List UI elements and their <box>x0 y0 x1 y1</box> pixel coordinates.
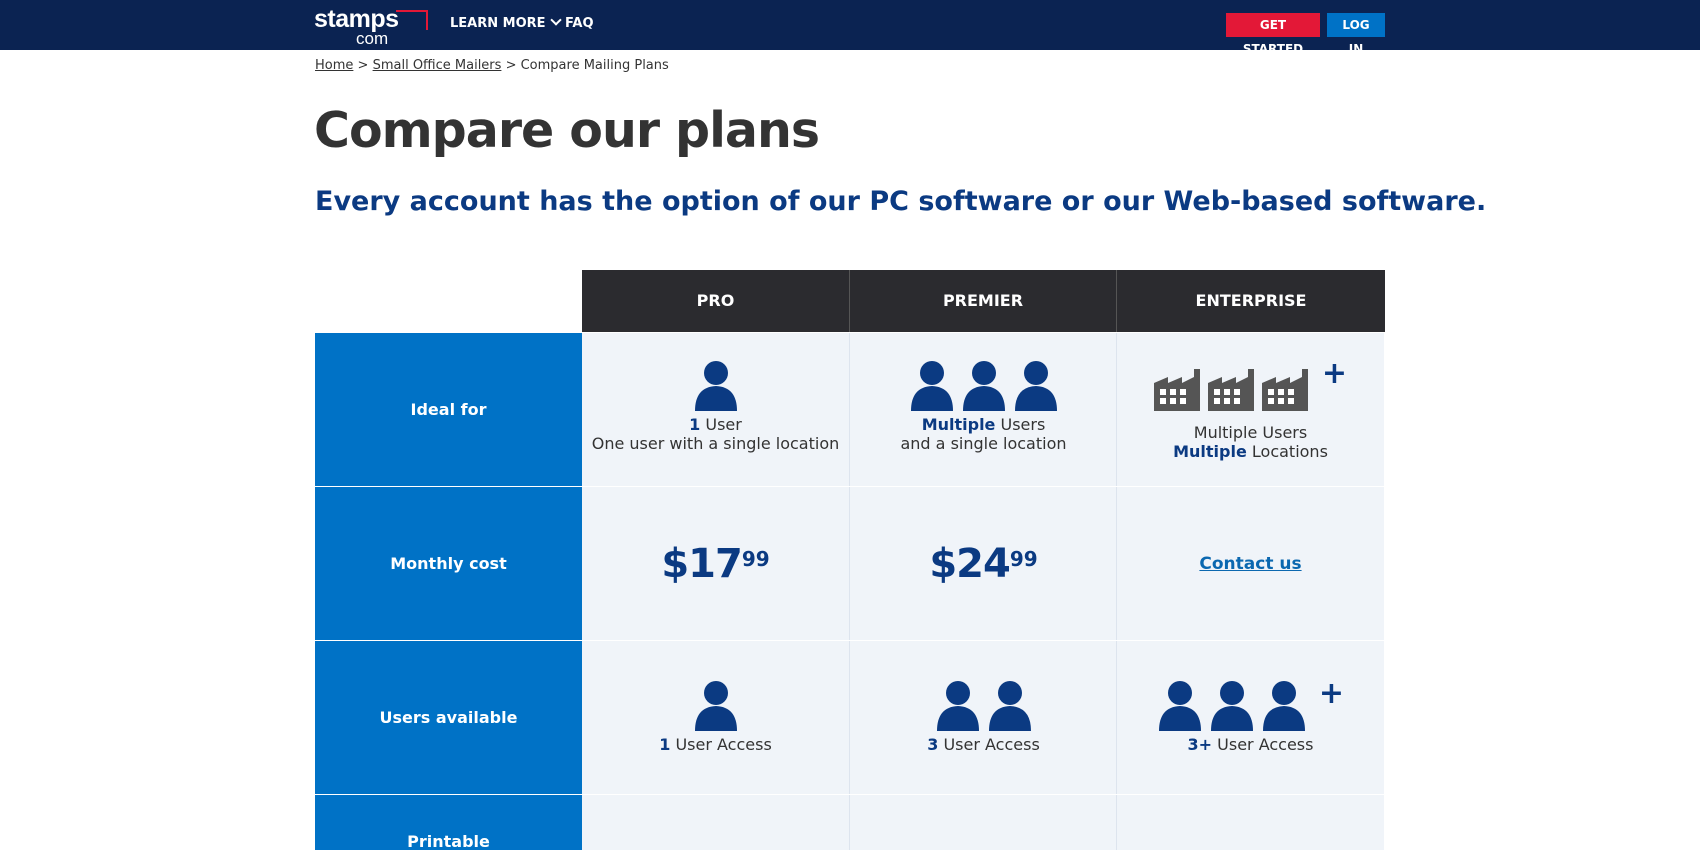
row-label-printable: Printable <box>315 795 582 851</box>
building-icon <box>1153 369 1200 411</box>
login-button[interactable]: LOG IN <box>1327 13 1385 56</box>
cell-premier-users-available: 3 User Access <box>849 641 1117 794</box>
nav-faq[interactable]: FAQ <box>565 16 594 31</box>
chevron-down-icon <box>549 14 562 26</box>
ideal-pro-line1: User <box>700 415 742 434</box>
person-icon <box>910 361 953 411</box>
cell-pro-printable <box>582 795 849 850</box>
top-nav-bar: stamps com LEARN MORE FAQ GET STARTED LO… <box>0 0 1700 56</box>
person-icon <box>936 681 979 731</box>
breadcrumb: Home > Small Office Mailers > Compare Ma… <box>315 58 669 73</box>
page-subtitle: Every account has the option of our PC s… <box>315 186 1487 217</box>
logo-flag-icon <box>396 10 428 30</box>
person-icon <box>962 361 1005 411</box>
nav-learn-more[interactable]: LEARN MORE <box>450 14 562 31</box>
breadcrumb-home-link[interactable]: Home <box>315 58 353 73</box>
cell-enterprise-printable <box>1116 795 1384 850</box>
cell-premier-printable <box>849 795 1117 850</box>
ideal-enterprise-strong: Multiple <box>1173 442 1247 461</box>
breadcrumb-section-link[interactable]: Small Office Mailers <box>373 58 502 73</box>
row-label-ideal-for: Ideal for <box>315 333 582 486</box>
price-premier-cents: 99 <box>1009 546 1038 571</box>
users-pro-text: User Access <box>670 735 772 754</box>
ideal-premier-strong: Multiple <box>921 415 996 434</box>
person-icon <box>694 681 737 731</box>
plan-header-premier: PREMIER <box>849 270 1116 332</box>
users-enterprise-count: 3+ <box>1187 735 1213 754</box>
ideal-premier-line2: and a single location <box>900 434 1067 453</box>
users-pro-count: 1 <box>659 735 671 754</box>
plan-header-pro: PRO <box>582 270 849 332</box>
cell-premier-ideal-for: Multiple Users and a single location <box>849 333 1117 486</box>
cell-enterprise-users-available: + 3+ User Access <box>1116 641 1384 794</box>
person-icon <box>1210 681 1253 731</box>
person-icon <box>988 681 1031 731</box>
stamps-logo[interactable]: stamps com <box>314 7 428 48</box>
nav-faq-label: FAQ <box>565 16 594 31</box>
breadcrumb-separator: > <box>357 58 369 73</box>
cell-enterprise-ideal-for: + Multiple Users Multiple Locations <box>1116 333 1384 486</box>
logo-subtext: com <box>356 29 389 48</box>
users-premier-text: User Access <box>938 735 1040 754</box>
breadcrumb-separator: > <box>505 58 517 73</box>
price-premier: $2499 <box>929 541 1037 587</box>
get-started-button[interactable]: GET STARTED <box>1226 13 1320 56</box>
person-icon <box>1262 681 1305 731</box>
cell-pro-ideal-for: 1 User One user with a single location <box>582 333 849 486</box>
cell-enterprise-monthly-cost: Contact us <box>1116 487 1384 640</box>
cell-pro-monthly-cost: $1799 <box>582 487 849 640</box>
price-pro-cents: 99 <box>741 546 770 571</box>
users-premier-count: 3 <box>927 735 939 754</box>
person-icon <box>1158 681 1201 731</box>
row-label-users-available: Users available <box>315 641 582 794</box>
cell-pro-users-available: 1 User Access <box>582 641 849 794</box>
plan-header-enterprise: ENTERPRISE <box>1116 270 1385 332</box>
person-icon <box>1014 361 1057 411</box>
building-icon <box>1207 369 1254 411</box>
cell-premier-monthly-cost: $2499 <box>849 487 1117 640</box>
page-title: Compare our plans <box>314 102 820 159</box>
price-premier-dollars: $24 <box>929 540 1010 587</box>
row-label-monthly-cost: Monthly cost <box>315 487 582 640</box>
price-pro-dollars: $17 <box>661 540 742 587</box>
price-pro: $1799 <box>661 541 769 587</box>
contact-us-link[interactable]: Contact us <box>1199 554 1301 574</box>
breadcrumb-current: Compare Mailing Plans <box>520 58 669 73</box>
plus-icon: + <box>1321 356 1348 391</box>
ideal-pro-line2: One user with a single location <box>591 434 840 453</box>
building-icon <box>1261 369 1308 411</box>
person-icon <box>694 361 737 411</box>
users-enterprise-text: User Access <box>1212 735 1314 754</box>
ideal-enterprise-line1: Multiple Users <box>1193 423 1308 442</box>
plus-icon: + <box>1318 676 1345 711</box>
ideal-enterprise-line2: Locations <box>1246 442 1328 461</box>
nav-learn-more-label: LEARN MORE <box>450 16 546 31</box>
ideal-pro-count: 1 <box>689 415 701 434</box>
ideal-premier-line1: Users <box>995 415 1046 434</box>
